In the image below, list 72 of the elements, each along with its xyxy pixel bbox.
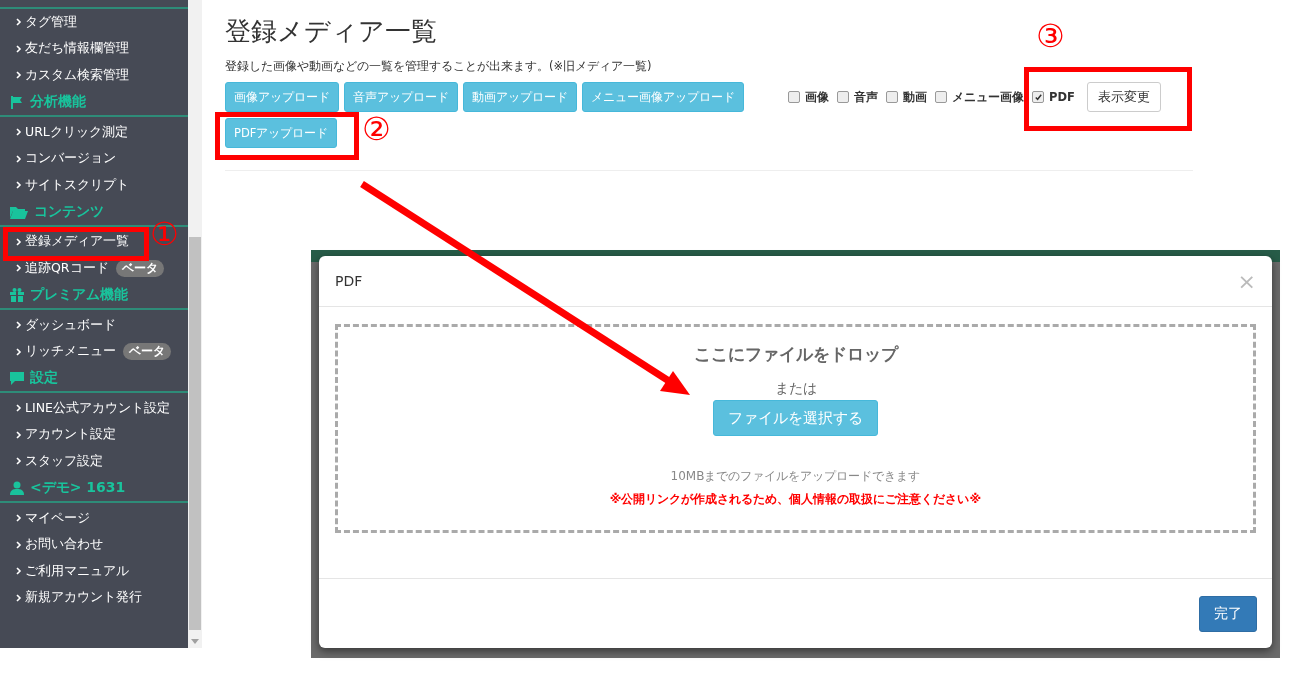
checkbox[interactable] [1032, 91, 1044, 103]
chevron-icon [16, 264, 22, 273]
section-title: <デモ> 1631 [30, 478, 126, 497]
chevron-icon [16, 237, 22, 246]
filter-label: 動画 [903, 89, 927, 105]
sidebar-item[interactable]: リッチメニュー [25, 343, 116, 361]
sidebar-item[interactable]: タグ管理 [25, 13, 77, 31]
scroll-down-icon[interactable] [191, 639, 199, 644]
scrollbar[interactable] [188, 0, 202, 648]
drop-zone[interactable]: ここにファイルをドロップ または ファイルを選択する 10MBまでのファイルをアップロードできます ※公開リンクが作成されるため、個人情報の取扱にご注意ください※ [335, 324, 1256, 533]
sidebar-item[interactable]: マイページ [25, 509, 90, 527]
apply-button[interactable]: 表示変更 [1086, 82, 1161, 112]
modal-title: PDF [335, 273, 363, 289]
sidebar-item[interactable]: カスタム検索管理 [25, 67, 129, 84]
check-icon [1033, 92, 1043, 102]
filter-label: メニュー画像 [952, 89, 1024, 105]
user-icon [10, 480, 24, 495]
chat-icon [10, 370, 24, 385]
checkbox[interactable] [837, 91, 849, 103]
gift-icon [10, 287, 24, 302]
page-description: 登録した画像や動画などの一覧を管理することが出来ます。(※旧メディア一覧) [225, 59, 653, 74]
section-title: コンテンツ [34, 202, 104, 221]
chevron-icon [16, 347, 22, 356]
section-title: 設定 [30, 368, 58, 387]
drop-heading: ここにファイルをドロップ [693, 343, 898, 366]
section-title: プレミアム機能 [30, 285, 128, 304]
filter-label: 画像 [805, 89, 829, 105]
sidebar-item[interactable]: 追跡QRコード [25, 259, 109, 277]
sidebar-item[interactable]: ダッシュボード [25, 316, 116, 334]
sidebar-item[interactable]: スタッフ設定 [25, 452, 103, 470]
sidebar-item[interactable]: アカウント設定 [25, 426, 116, 444]
step-number: ③ [1036, 20, 1065, 52]
chevron-icon [16, 457, 22, 466]
chevron-icon [16, 430, 22, 439]
chevron-icon [16, 404, 22, 413]
filter-label: 音声 [854, 89, 878, 105]
chevron-icon [16, 514, 22, 522]
chevron-icon [16, 128, 22, 137]
or-text: または [774, 380, 817, 398]
sidebar-item[interactable]: コンバージョン [25, 150, 116, 168]
filter-label: PDF [1049, 90, 1075, 104]
sidebar-item[interactable]: お問い合わせ [25, 536, 103, 554]
sidebar-item[interactable]: LINE公式アカウント設定 [25, 399, 170, 417]
flag-icon [10, 94, 24, 109]
chevron-icon [16, 540, 22, 549]
checkbox[interactable] [886, 91, 898, 103]
chevron-icon [16, 44, 22, 53]
chevron-icon [16, 71, 22, 80]
sidebar-item[interactable]: ご利用マニュアル [25, 562, 129, 580]
sidebar-item[interactable]: サイトスクリプト [25, 176, 129, 194]
step-number: ② [362, 113, 391, 145]
sidebar-item[interactable]: 登録メディア一覧 [25, 233, 129, 251]
sidebar-item[interactable]: 友だち情報欄管理 [25, 40, 129, 58]
beta-badge: ベータ [115, 259, 164, 277]
folder-icon [10, 204, 28, 219]
chevron-icon [16, 567, 22, 576]
section-title: 分析機能 [30, 92, 86, 111]
step-number: ① [150, 218, 179, 250]
sidebar-item[interactable]: URLクリック測定 [25, 123, 128, 141]
sidebar-item[interactable]: 新規アカウント発行 [25, 589, 142, 607]
chevron-icon [16, 18, 22, 27]
warning-text: ※公開リンクが作成されるため、個人情報の取扱にご注意ください※ [609, 491, 982, 508]
chevron-icon [16, 181, 22, 190]
beta-badge: ベータ [123, 343, 171, 361]
done-button[interactable]: 完了 [1199, 595, 1257, 632]
page-title: 登録メディア一覧 [225, 15, 437, 48]
size-limit-text: 10MBまでのファイルをアップロードできます [670, 468, 921, 485]
chevron-icon [16, 154, 22, 163]
chevron-icon [16, 593, 22, 602]
chevron-icon [16, 321, 22, 330]
checkbox[interactable] [935, 91, 947, 103]
checkbox[interactable] [788, 91, 800, 103]
